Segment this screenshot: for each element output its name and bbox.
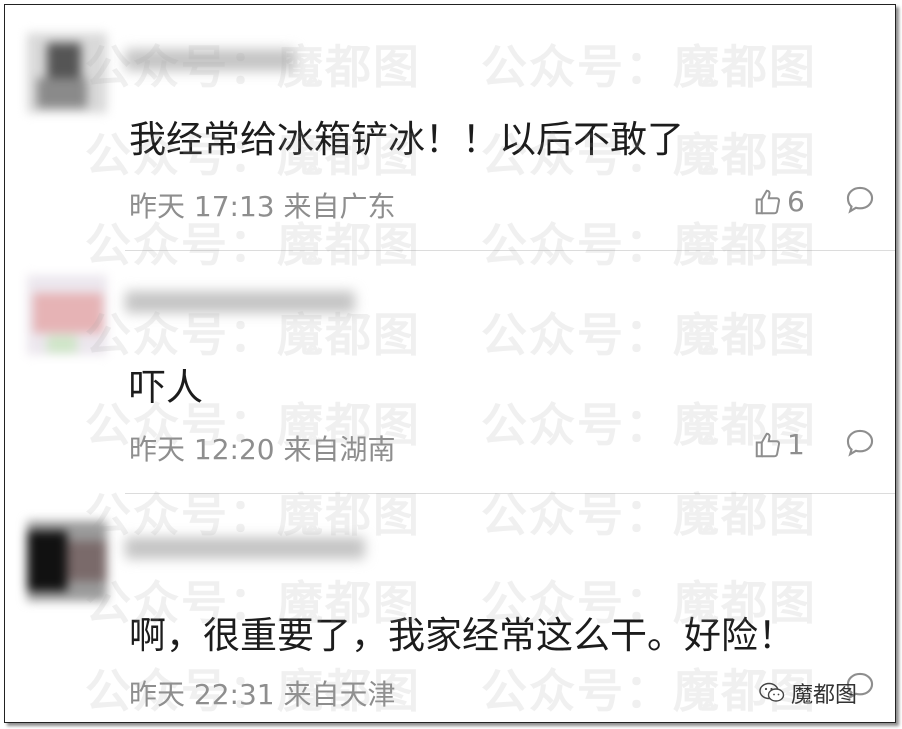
watermark-text: 公众号：魔都图: [481, 40, 817, 94]
reply-button[interactable]: [843, 426, 877, 464]
comment-panel: 我经常给冰箱铲冰！！以后不敢了 昨天 17:13 来自广东 6 吓人 昨天 12…: [4, 4, 896, 723]
comment-bubble-icon: [846, 429, 874, 457]
watermark-text: 公众号：魔都图: [481, 488, 817, 542]
brand-label: 魔都图: [791, 683, 858, 708]
brand-mark: 魔都图: [759, 677, 857, 709]
thumbs-up-icon: [755, 189, 781, 214]
divider: [125, 493, 895, 494]
like-count: 6: [787, 185, 805, 218]
watermark-text: 公众号：魔都图: [85, 488, 421, 542]
comment-text: 吓人: [129, 366, 203, 409]
watermark-text: 公众号：魔都图: [481, 218, 817, 272]
username-blurred[interactable]: [125, 49, 295, 71]
like-count: 1: [787, 428, 805, 461]
reply-button[interactable]: [843, 183, 877, 221]
comment-text: 我经常给冰箱铲冰！！以后不敢了: [129, 118, 684, 161]
thumbs-up-icon: [755, 432, 781, 457]
comment-meta: 昨天 17:13 来自广东: [129, 190, 396, 223]
like-button[interactable]: 6: [753, 185, 805, 218]
avatar[interactable]: [27, 521, 107, 601]
comment-meta: 昨天 22:31 来自天津: [129, 678, 396, 711]
wechat-icon: [759, 682, 785, 702]
avatar[interactable]: [27, 275, 107, 355]
username-blurred[interactable]: [125, 291, 355, 313]
comment-bubble-icon: [846, 186, 874, 214]
username-blurred[interactable]: [125, 537, 365, 559]
watermark-text: 公众号：魔都图: [481, 308, 817, 362]
comment-meta: 昨天 12:20 来自湖南: [129, 433, 396, 466]
comment-text: 啊，很重要了，我家经常这么干。好险！: [129, 614, 795, 657]
avatar[interactable]: [27, 33, 107, 113]
divider: [125, 250, 895, 251]
like-button[interactable]: 1: [753, 428, 805, 461]
